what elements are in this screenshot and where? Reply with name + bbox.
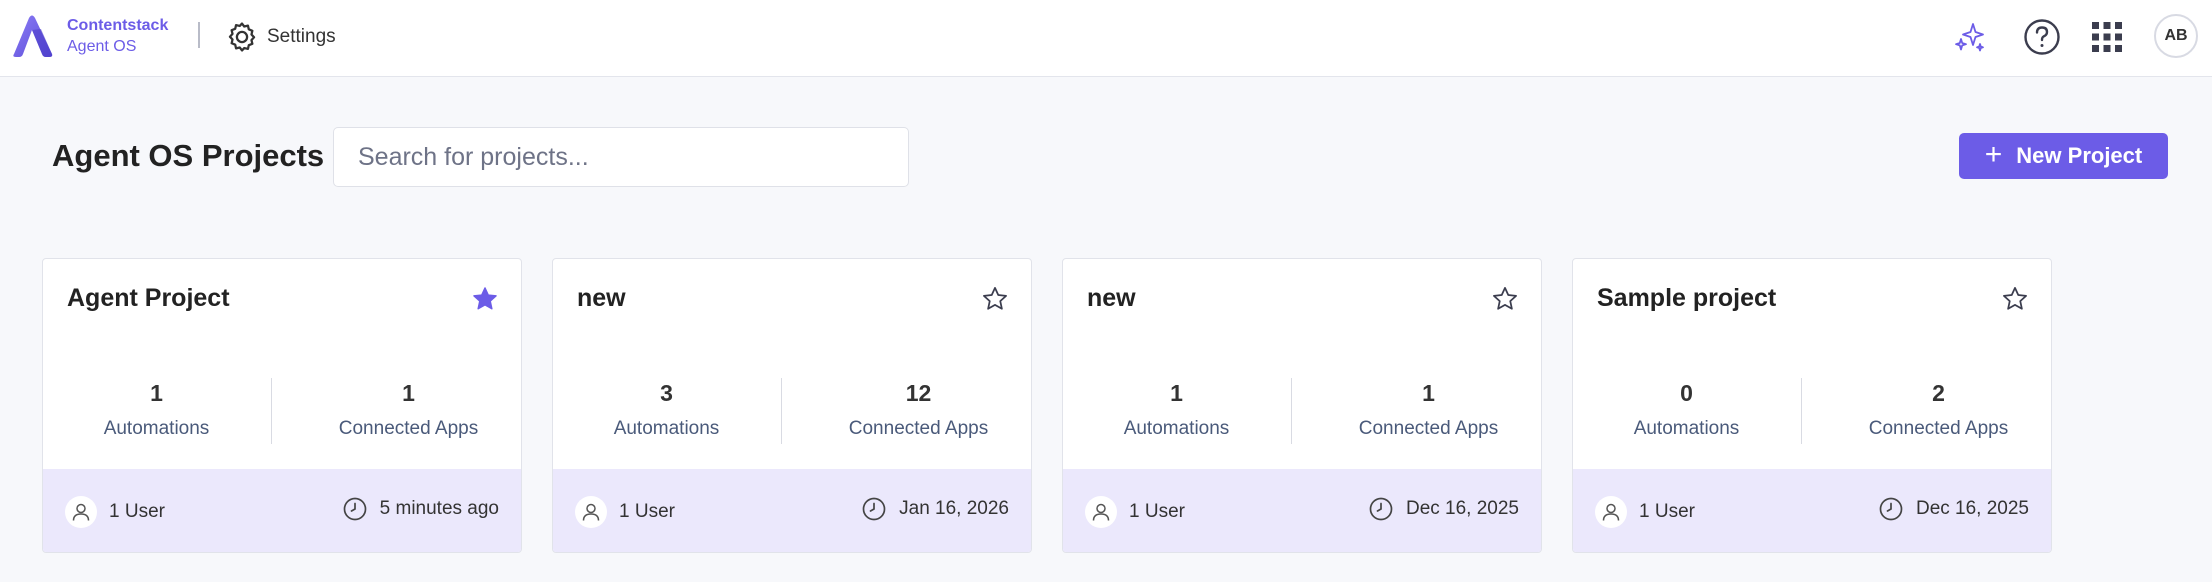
user-icon: [582, 503, 600, 521]
user-count: 1 User: [619, 501, 675, 522]
brand-name: Contentstack: [67, 17, 169, 34]
stat-divider: [271, 378, 272, 444]
app-grid-icon: [2092, 22, 2122, 52]
connected-apps-count: 2: [1932, 380, 1945, 406]
automations-count: 3: [660, 380, 673, 406]
project-card[interactable]: new 1 Automations 1 Connected Apps 1 Use…: [1062, 258, 1542, 553]
card-footer: 1 User 5 minutes ago: [43, 469, 521, 552]
user-avatar: [575, 496, 607, 528]
connected-apps-label: Connected Apps: [338, 418, 479, 439]
star-filled-icon[interactable]: [471, 285, 499, 313]
star-outline-icon[interactable]: [2001, 285, 2029, 313]
stat-divider: [781, 378, 782, 444]
project-title: new: [1087, 284, 1136, 312]
last-updated: Dec 16, 2025: [1878, 496, 2029, 522]
automations-label: Automations: [103, 418, 210, 439]
new-project-label: New Project: [2016, 143, 2143, 168]
user-avatar: [1595, 496, 1627, 528]
user-count: 1 User: [1129, 501, 1185, 522]
user-count: 1 User: [1639, 501, 1695, 522]
user-avatar-button[interactable]: AB: [2154, 14, 2198, 58]
star-outline-icon[interactable]: [1491, 285, 1519, 313]
user-icon: [72, 503, 90, 521]
last-updated: 5 minutes ago: [342, 496, 499, 522]
connected-apps-stat: 12 Connected Apps: [805, 379, 1031, 441]
top-bar: Contentstack Agent OS Settings AB: [0, 0, 2212, 77]
user-info: 1 User: [1595, 496, 1695, 528]
automations-count: 1: [1170, 380, 1183, 406]
connected-apps-label: Connected Apps: [1358, 418, 1499, 439]
user-icon: [1092, 503, 1110, 521]
help-button[interactable]: [2021, 16, 2063, 58]
card-footer: 1 User Dec 16, 2025: [1063, 469, 1541, 552]
settings-label: Settings: [267, 26, 336, 47]
automations-label: Automations: [1123, 418, 1230, 439]
connected-apps-count: 12: [905, 380, 932, 406]
connected-apps-label: Connected Apps: [1868, 418, 2009, 439]
card-footer: 1 User Dec 16, 2025: [1573, 469, 2051, 552]
connected-apps-count: 1: [402, 380, 415, 406]
connected-apps-stat: 1 Connected Apps: [295, 379, 521, 441]
last-updated-text: Dec 16, 2025: [1915, 498, 2029, 519]
project-title: Agent Project: [67, 284, 230, 312]
page-title: Agent OS Projects: [52, 138, 325, 173]
stat-divider: [1801, 378, 1802, 444]
last-updated-text: Jan 16, 2026: [899, 498, 1009, 519]
new-project-button[interactable]: + New Project: [1959, 133, 2168, 179]
user-avatar: [65, 496, 97, 528]
card-footer: 1 User Jan 16, 2026: [553, 469, 1031, 552]
last-updated-text: Dec 16, 2025: [1405, 498, 1519, 519]
clock-icon: [862, 497, 886, 521]
settings-button[interactable]: Settings: [225, 18, 336, 56]
user-info: 1 User: [1085, 496, 1185, 528]
sparkle-icon: [1955, 23, 1984, 52]
last-updated: Jan 16, 2026: [861, 496, 1009, 522]
clock-icon: [1369, 497, 1393, 521]
automations-stat: 3 Automations: [553, 379, 780, 441]
project-card[interactable]: Sample project 0 Automations 2 Connected…: [1572, 258, 2052, 553]
user-count: 1 User: [109, 501, 165, 522]
automations-label: Automations: [613, 418, 720, 439]
automations-stat: 0 Automations: [1573, 379, 1800, 441]
stat-divider: [1291, 378, 1292, 444]
automations-count: 1: [150, 380, 163, 406]
gear-icon: [228, 22, 256, 52]
brand[interactable]: Contentstack Agent OS: [67, 15, 168, 57]
user-info: 1 User: [575, 496, 675, 528]
project-title: Sample project: [1597, 284, 1777, 312]
user-info: 1 User: [65, 496, 165, 528]
last-updated-text: 5 minutes ago: [379, 498, 499, 519]
connected-apps-stat: 1 Connected Apps: [1315, 379, 1541, 441]
app-switcher-button[interactable]: [2086, 16, 2128, 58]
connected-apps-stat: 2 Connected Apps: [1825, 379, 2051, 441]
project-title: new: [577, 284, 626, 312]
automations-stat: 1 Automations: [43, 379, 270, 441]
clock-icon: [1879, 497, 1903, 521]
automations-count: 0: [1680, 380, 1693, 406]
project-card[interactable]: Agent Project 1 Automations 1 Connected …: [42, 258, 522, 553]
last-updated: Dec 16, 2025: [1368, 496, 1519, 522]
brand-subtitle: Agent OS: [67, 38, 137, 55]
search-input[interactable]: [333, 127, 909, 187]
star-outline-icon[interactable]: [981, 285, 1009, 313]
help-icon: [2024, 19, 2060, 55]
header-divider: [198, 22, 200, 48]
connected-apps-count: 1: [1422, 380, 1435, 406]
plus-icon: +: [1984, 137, 2003, 171]
user-icon: [1602, 503, 1620, 521]
connected-apps-label: Connected Apps: [848, 418, 989, 439]
ai-assistant-button[interactable]: [1949, 16, 1991, 58]
project-card[interactable]: new 3 Automations 12 Connected Apps 1 Us…: [552, 258, 1032, 553]
automations-label: Automations: [1633, 418, 1740, 439]
user-avatar: [1085, 496, 1117, 528]
contentstack-logo-icon[interactable]: [10, 14, 56, 58]
clock-icon: [343, 497, 366, 521]
automations-stat: 1 Automations: [1063, 379, 1290, 441]
